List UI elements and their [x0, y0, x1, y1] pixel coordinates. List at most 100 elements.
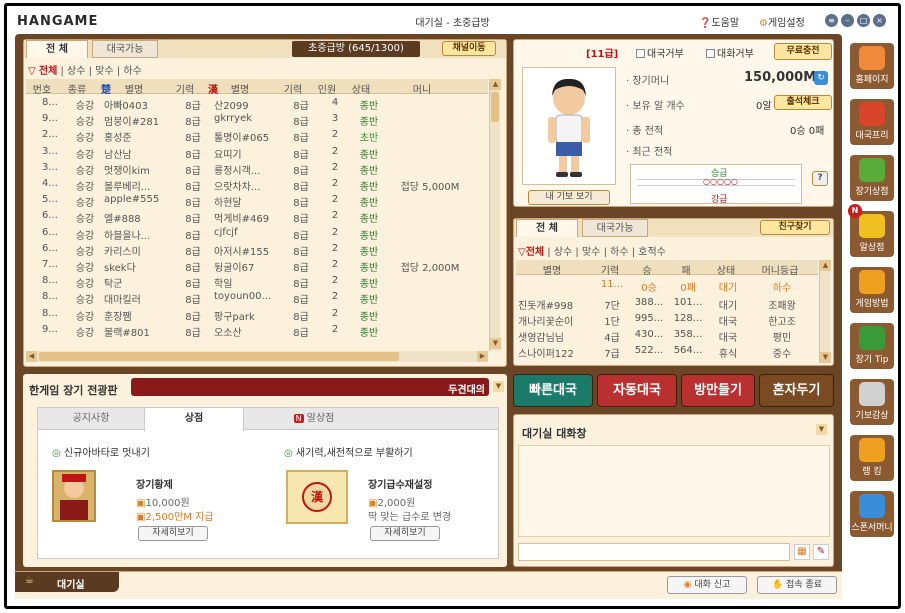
room-row[interactable]: 7... 승강 skek다 8급 뒹굴이67 8급 2 종반 접당 2,000M [34, 257, 496, 274]
chat-input[interactable] [518, 543, 790, 561]
room-cell: 2 [331, 129, 339, 141]
help-link[interactable]: ❓도움말 [699, 14, 739, 29]
tab-all-rooms[interactable]: 전 체 [26, 40, 88, 58]
user-scroll-up-icon[interactable]: ▲ [820, 260, 831, 271]
user-filter-equal[interactable]: 맞수 [582, 247, 600, 258]
exit-button[interactable]: ✋ 접속 종료 [757, 576, 837, 594]
user-row[interactable]: 진돗개#998 7단 388... 101... 대기 조패왕 [518, 295, 818, 312]
filter-all[interactable]: 전체 [39, 66, 57, 77]
sidebar-item-7[interactable]: 랭 킹 [850, 435, 894, 481]
room-cell: 종반 [359, 311, 379, 323]
filter-higher[interactable]: 상수 [67, 66, 85, 77]
user-filter-rival[interactable]: 호적수 [638, 247, 666, 258]
scroll-right-icon[interactable]: ▶ [477, 351, 488, 362]
sidebar-item-8[interactable]: 스폰서머니 [850, 491, 894, 537]
close-icon[interactable]: × [873, 14, 886, 27]
report-chat-button[interactable]: ◉ 대화 신고 [667, 576, 747, 594]
room-cell: 8급 [185, 165, 201, 177]
user-filter-higher[interactable]: 상수 [554, 247, 572, 258]
tab-available-rooms[interactable]: 대국가능 [92, 40, 158, 58]
room-row[interactable]: 8... 승강 훈장쨈 8급 팡구park 8급 2 종반 [34, 306, 496, 323]
filter-equal[interactable]: 맞수 [95, 66, 113, 77]
lobby-tab[interactable]: ☕ 대기실 [15, 572, 119, 592]
tab-available-users[interactable]: 대국가능 [582, 219, 648, 237]
minimize-icon[interactable]: – [841, 14, 854, 27]
user-filter-lower[interactable]: 하수 [610, 247, 628, 258]
room-row[interactable]: 9... 승강 불랙#801 8급 오소산 8급 2 종반 [34, 322, 496, 339]
room-row[interactable]: 9... 승강 멈붕이#281 8급 gkrryek 8급 3 종반 [34, 111, 496, 129]
sidebar-item-1[interactable]: 대국프리 [850, 99, 894, 145]
room-cell: 종반 [359, 117, 379, 129]
color-picker-icon[interactable]: ✎ [813, 544, 829, 560]
room-row[interactable]: 8... 승강 아빠0403 8급 산2099 8급 4 종반 [34, 95, 496, 112]
maximize-icon[interactable]: □ [857, 14, 870, 27]
user-cell: 388... [634, 297, 664, 308]
room-row[interactable]: 8... 승강 대마킬러 8급 toyoun00... 8급 2 종반 [34, 289, 496, 306]
room-cell: 3... [42, 145, 58, 157]
quick-game-button[interactable]: 빠른대국 [513, 374, 593, 407]
user-scroll-down-icon[interactable]: ▼ [820, 352, 831, 363]
room-row[interactable]: 6... 승강 엘#888 8급 먹게비#469 8급 2 종반 [34, 208, 496, 225]
help-question-button[interactable]: ? [812, 171, 828, 186]
sidebar-label: 랭 킹 [862, 467, 882, 477]
room-row[interactable]: 2... 승강 홍성준 8급 톨명이#065 8급 2 초반 [34, 127, 496, 145]
user-filter-all[interactable]: 전체 [526, 247, 544, 258]
solo-play-button[interactable]: 혼자두기 [759, 374, 834, 407]
user-cell: 중수 [772, 349, 792, 360]
room-cell: 아저시#155 [214, 246, 270, 258]
tab-egg-shop[interactable]: N 알상점 [264, 408, 364, 430]
refresh-icon[interactable]: ↻ [814, 71, 828, 85]
scroll-down-icon[interactable]: ▼ [490, 338, 501, 349]
room-cell: 불랙#801 [104, 327, 150, 339]
room-cell: 8급 [293, 133, 309, 145]
my-game-record-button[interactable]: 내 기보 보기 [528, 190, 610, 205]
room-scrollbar[interactable]: ▲ ▼ [489, 79, 501, 351]
promo-avatar[interactable]: ◎ 신규아바타로 멋내기 [52, 444, 150, 459]
make-room-button[interactable]: 방만들기 [681, 374, 755, 407]
sidebar-item-5[interactable]: 장기 Tip [850, 323, 894, 369]
free-charge-button[interactable]: 무료충전 [774, 43, 832, 60]
menu-icon[interactable]: ≡ [825, 14, 838, 27]
auto-game-button[interactable]: 자동대국 [597, 374, 677, 407]
new-badge: N [293, 414, 304, 423]
item1-detail-button[interactable]: 자세히보기 [138, 526, 208, 541]
channel-move-button[interactable]: 채널이동 [442, 41, 496, 56]
ticker-toggle-icon[interactable]: ▼ [493, 381, 504, 392]
find-friend-button[interactable]: 친구찾기 [760, 220, 830, 235]
item2-detail-button[interactable]: 자세히보기 [370, 526, 440, 541]
room-row[interactable]: 6... 승강 하블을나... 8급 cjfcjf 8급 2 종반 [34, 225, 496, 242]
room-row[interactable]: 5... 승강 apple#555 8급 하현달 8급 2 종반 [34, 192, 496, 209]
user-row[interactable]: 샛영감님님 4급 430... 358... 대국 평민 [518, 327, 818, 344]
user-cell: 522... [634, 345, 664, 356]
room-row[interactable]: 3... 승강 남산남 8급 요띠기 8급 2 종반 [34, 144, 496, 161]
scroll-left-icon[interactable]: ◀ [26, 351, 37, 362]
sidebar-item-4[interactable]: 게임방법 [850, 267, 894, 313]
promo-reset[interactable]: ◎ 새기력,새전적으로 부활하기 [284, 444, 413, 459]
no-chat-checkbox[interactable]: 대화거부 [706, 45, 754, 60]
sidebar-item-2[interactable]: 장기상점 [850, 155, 894, 201]
scroll-up-icon[interactable]: ▲ [490, 79, 501, 90]
emoticon-icon[interactable]: ▦ [794, 544, 810, 560]
attendance-button[interactable]: 출석체크 [774, 95, 832, 110]
tab-all-users[interactable]: 전 체 [516, 219, 578, 237]
user-scrollbar[interactable]: ▲ ▼ [819, 260, 831, 363]
user-row[interactable]: 스나이퍼122 7급 522... 564... 휴식 중수 [518, 343, 818, 360]
room-row[interactable]: 4... 승강 볼루베리... 8급 으랏차차... 8급 2 종반 접당 5,000M [34, 176, 496, 193]
hscroll-thumb[interactable] [39, 352, 399, 361]
no-game-checkbox[interactable]: 대국거부 [636, 45, 684, 60]
filter-lower[interactable]: 하수 [123, 66, 141, 77]
settings-link[interactable]: ⚙게임설정 [759, 14, 805, 29]
room-row[interactable]: 6... 승강 카리스미 8급 아저시#155 8급 2 종반 [34, 241, 496, 258]
room-hscrollbar[interactable]: ◀ ▶ [26, 351, 488, 362]
scroll-thumb[interactable] [491, 92, 499, 122]
chat-toggle-icon[interactable]: ▼ [816, 424, 827, 435]
tab-shop[interactable]: 상점 [144, 408, 244, 431]
room-cell: 승강 [75, 101, 95, 112]
room-row[interactable]: 3... 승강 멋쟁이kim 8급 룡정시객... 8급 2 종반 [34, 160, 496, 177]
room-row[interactable]: 8... 승강 탁군 8급 학일 8급 2 종반 [34, 273, 496, 290]
sidebar-item-3[interactable]: 알상점 [850, 211, 894, 257]
sidebar-item-6[interactable]: 기보감상 [850, 379, 894, 425]
sidebar-item-0[interactable]: 홈페이지 [850, 43, 894, 89]
user-row[interactable]: 개나리꽃순이 1단 995... 128... 대국 한고조 [518, 311, 818, 328]
tab-notice[interactable]: 공지사항 [38, 408, 144, 430]
